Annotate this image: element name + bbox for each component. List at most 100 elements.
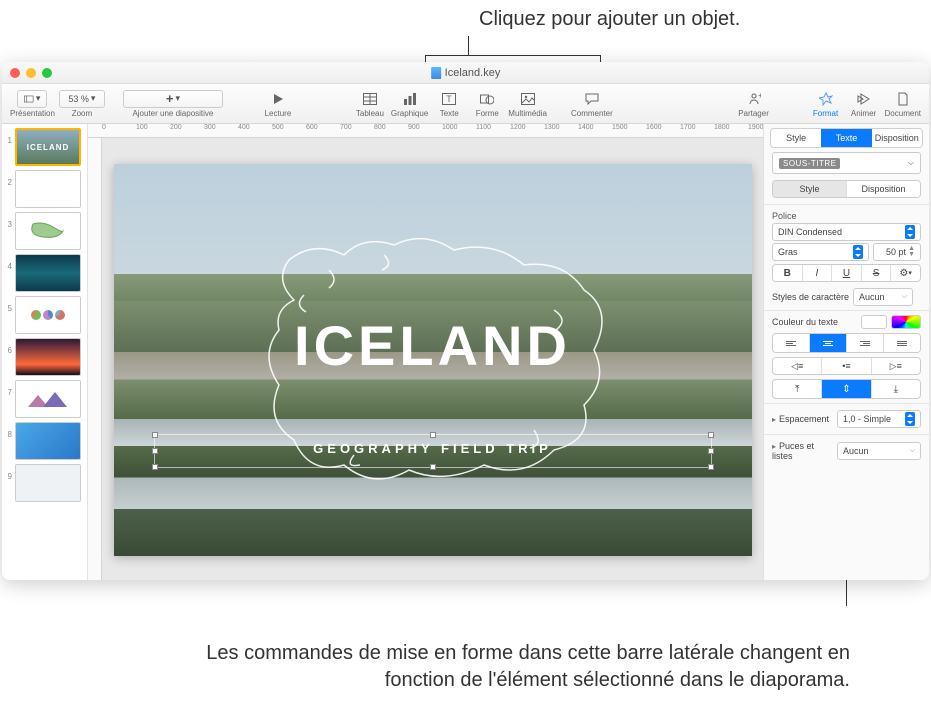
slide-thumbnail[interactable]: [15, 170, 81, 208]
disclosure-icon[interactable]: ▸: [772, 415, 776, 424]
selection-handle[interactable]: [708, 464, 714, 470]
table-button[interactable]: [363, 90, 377, 108]
tab-style[interactable]: Style: [771, 129, 821, 147]
text-subtabs: Style Disposition: [772, 180, 921, 198]
slide-thumbnail[interactable]: [15, 464, 81, 502]
slide-thumbnail[interactable]: [15, 380, 81, 418]
selection-handle[interactable]: [430, 432, 436, 438]
indent-button[interactable]: ▷≡: [871, 358, 920, 374]
callout-bottom: Les commandes de mise en forme dans cett…: [190, 640, 850, 694]
stepper-icon: [905, 412, 915, 426]
font-size-field[interactable]: 50 pt ▲▼: [873, 243, 921, 261]
titlebar: Iceland.key: [2, 62, 929, 84]
align-center-button[interactable]: [809, 334, 846, 352]
char-styles-menu[interactable]: Aucun ⌵: [853, 288, 913, 306]
toolbar-label: Animer: [851, 109, 876, 118]
stepper-icon: [905, 225, 915, 239]
font-family-value: DIN Condensed: [778, 227, 842, 237]
indent-row: ◁≡ •≡ ▷≡: [772, 357, 921, 375]
paragraph-style-menu[interactable]: SOUS-TITRE ⌵: [772, 152, 921, 174]
selection-handle[interactable]: [430, 464, 436, 470]
spacing-menu[interactable]: 1,0 - Simple: [837, 410, 921, 428]
subtab-style[interactable]: Style: [773, 181, 846, 197]
vertical-align-row: ⤒ ⇕ ⤓: [772, 379, 921, 399]
align-left-button[interactable]: [773, 334, 809, 352]
italic-button[interactable]: I: [802, 265, 832, 281]
strike-button[interactable]: S: [861, 265, 891, 281]
list-indent-button[interactable]: •≡: [821, 358, 870, 374]
advanced-text-button[interactable]: ⚙︎ ▾: [890, 265, 920, 281]
play-button[interactable]: [271, 90, 285, 108]
fullscreen-window-button[interactable]: [42, 68, 52, 78]
font-family-menu[interactable]: DIN Condensed: [772, 223, 921, 241]
slide-number: 4: [4, 254, 12, 271]
slide-number: 8: [4, 422, 12, 439]
underline-button[interactable]: U: [831, 265, 861, 281]
view-button[interactable]: ▾: [17, 90, 47, 108]
bullets-label: Puces et listes: [772, 441, 814, 461]
font-section-label: Police: [772, 211, 921, 221]
window-controls: [10, 68, 52, 78]
close-window-button[interactable]: [10, 68, 20, 78]
chevron-down-icon: ⌵: [908, 158, 914, 168]
minimize-window-button[interactable]: [26, 68, 36, 78]
callout-connector: [425, 55, 426, 62]
chart-button[interactable]: [403, 90, 417, 108]
add-slide-button[interactable]: +▾: [123, 90, 223, 108]
selection-handle[interactable]: [152, 432, 158, 438]
vertical-ruler[interactable]: [88, 138, 102, 580]
document-icon: [431, 67, 441, 79]
font-weight-menu[interactable]: Gras: [772, 243, 869, 261]
slide-subtitle[interactable]: GEOGRAPHY FIELD TRIP: [114, 441, 752, 456]
app-window: Iceland.key ▾ Présentation 53 %▾ Zoom +▾…: [2, 62, 929, 580]
color-picker-button[interactable]: [891, 315, 921, 329]
slide-thumbnail[interactable]: [15, 254, 81, 292]
spacing-label: Espacement: [779, 414, 829, 424]
shape-button[interactable]: [480, 90, 494, 108]
text-color-swatch[interactable]: [861, 315, 887, 329]
align-justify-button[interactable]: [883, 334, 920, 352]
window-title: Iceland.key: [431, 67, 501, 79]
text-color-label: Couleur du texte: [772, 317, 838, 327]
document-button[interactable]: [897, 90, 909, 108]
animate-button[interactable]: [857, 90, 871, 108]
toolbar-label: Format: [813, 109, 838, 118]
zoom-menu[interactable]: 53 %▾: [59, 90, 105, 108]
valign-bottom-button[interactable]: ⤓: [871, 380, 920, 398]
slide-number: 7: [4, 380, 12, 397]
disclosure-icon[interactable]: ▸: [772, 442, 776, 451]
slide-thumbnail[interactable]: [15, 212, 81, 250]
tab-text[interactable]: Texte: [821, 129, 871, 147]
bullets-menu[interactable]: Aucun ⌵: [837, 442, 921, 460]
slide-navigator[interactable]: 1ICELAND 2 3 4 5 6 7 8 9: [2, 124, 88, 580]
align-right-button[interactable]: [846, 334, 883, 352]
slide-thumbnail[interactable]: [15, 338, 81, 376]
media-button[interactable]: [521, 90, 535, 108]
slide-thumbnail[interactable]: [15, 422, 81, 460]
valign-middle-button[interactable]: ⇕: [821, 380, 870, 398]
subtab-layout[interactable]: Disposition: [846, 181, 920, 197]
slide-thumbnail[interactable]: ICELAND: [15, 128, 81, 166]
slide-content[interactable]: ICELAND GEOGRAPHY FIELD TRIP: [114, 164, 752, 556]
font-weight-value: Gras: [778, 247, 798, 257]
share-button[interactable]: +: [747, 90, 761, 108]
char-styles-value: Aucun: [859, 292, 885, 302]
selection-handle[interactable]: [152, 464, 158, 470]
slide-canvas[interactable]: ICELAND GEOGRAPHY FIELD TRIP: [102, 138, 763, 580]
slide-number: 1: [4, 128, 12, 145]
tab-arrange[interactable]: Disposition: [872, 129, 922, 147]
comment-button[interactable]: [585, 90, 599, 108]
text-button[interactable]: T: [442, 90, 456, 108]
valign-top-button[interactable]: ⤒: [773, 380, 821, 398]
outdent-button[interactable]: ◁≡: [773, 358, 821, 374]
selection-handle[interactable]: [708, 432, 714, 438]
bold-button[interactable]: B: [773, 265, 802, 281]
toolbar-label: Texte: [440, 109, 459, 118]
stepper-icon: [853, 245, 863, 259]
format-button[interactable]: [819, 90, 833, 108]
text-format-row: B I U S ⚙︎ ▾: [772, 264, 921, 282]
slide-title[interactable]: ICELAND: [294, 313, 571, 378]
toolbar-label: Tableau: [356, 109, 384, 118]
slide-thumbnail[interactable]: [15, 296, 81, 334]
horizontal-ruler[interactable]: 0100200300400500600700800900100011001200…: [88, 124, 763, 138]
